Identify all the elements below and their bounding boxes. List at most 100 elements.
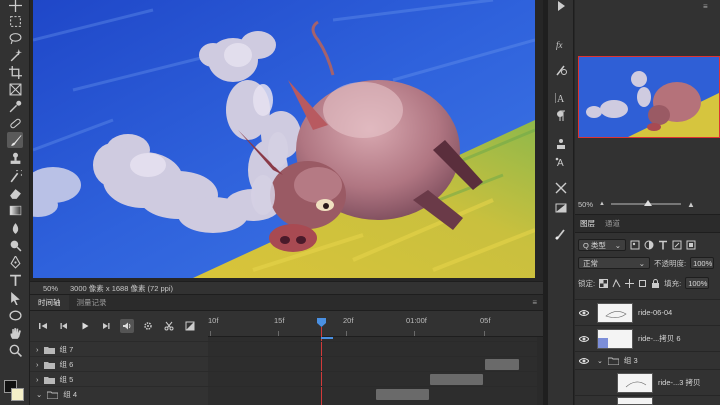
blur-icon[interactable] [7, 220, 23, 236]
tools-panel [0, 0, 30, 405]
filter-smart-object-icon[interactable] [686, 240, 696, 250]
layer-filter-select[interactable]: Q 类型 ⌄ [578, 239, 626, 251]
tab-channels[interactable]: 通道 [605, 218, 620, 229]
chevron-right-icon[interactable]: › [36, 360, 39, 369]
settings-gear-icon[interactable] [141, 319, 155, 333]
hand-icon[interactable] [7, 325, 23, 341]
timeline-layer-row[interactable]: ⌄ 组 4 [30, 386, 543, 401]
tab-measurement-log[interactable]: 测量记录 [69, 295, 115, 310]
lock-artboard-icon[interactable] [638, 279, 647, 288]
fill-input[interactable]: 100% [685, 277, 710, 289]
eyedropper-icon[interactable] [7, 98, 23, 114]
zoom-slider[interactable] [610, 200, 681, 206]
tab-timeline[interactable]: 时间轴 [30, 295, 69, 310]
layer-item[interactable]: ride-...拷贝 6 [575, 325, 720, 351]
brush-settings-icon[interactable] [553, 62, 569, 78]
navigator-zoom-value[interactable]: 50% [578, 200, 593, 209]
move-icon[interactable] [7, 0, 23, 13]
layer-item[interactable] [575, 395, 720, 405]
panel-menu-icon[interactable]: ≡ [532, 298, 543, 310]
timeline-layer-row[interactable]: › 组 5 [30, 371, 543, 386]
first-frame-icon[interactable] [36, 319, 50, 333]
lock-image-icon[interactable] [612, 278, 621, 288]
transition-icon[interactable] [183, 319, 197, 333]
lock-position-icon[interactable] [625, 278, 635, 288]
dodge-icon[interactable] [7, 237, 23, 253]
filter-adjustment-icon[interactable] [644, 240, 654, 250]
canvas-status-bar: 50% 3000 像素 x 1688 像素 (72 ppi) [30, 281, 543, 294]
filter-shape-icon[interactable] [672, 240, 682, 250]
type-icon[interactable] [7, 272, 23, 288]
tools-preset-icon[interactable] [553, 180, 569, 196]
layer-clip[interactable] [376, 389, 429, 400]
scissors-icon[interactable] [162, 319, 176, 333]
timeline-layer-name: 组 5 [59, 375, 74, 384]
filter-type-icon[interactable] [658, 240, 668, 250]
lasso-icon[interactable] [7, 30, 23, 46]
clone-source-icon[interactable] [553, 136, 569, 152]
blend-mode-select[interactable]: 正常 ⌄ [578, 257, 650, 269]
next-frame-icon[interactable] [99, 319, 113, 333]
navigator-thumbnail[interactable] [578, 56, 720, 138]
timeline-ruler[interactable]: 10f 15f 20f 01:00f 05f [208, 313, 543, 337]
ellipse-icon[interactable] [7, 307, 23, 323]
folder-open-icon [607, 357, 619, 365]
document-canvas[interactable] [30, 0, 543, 282]
layer-thumbnail [597, 328, 633, 349]
work-area-marker [321, 337, 333, 339]
opacity-label: 不透明度: [654, 258, 687, 268]
lock-all-icon[interactable] [651, 278, 660, 288]
glyphs-icon[interactable]: A [553, 154, 569, 170]
fx-icon[interactable]: fx [553, 36, 569, 52]
previous-frame-icon[interactable] [57, 319, 71, 333]
chevron-right-icon[interactable]: › [36, 375, 39, 384]
background-color-swatch[interactable] [11, 388, 24, 401]
pen-icon[interactable] [7, 254, 23, 270]
chevron-down-icon[interactable]: ⌄ [597, 357, 603, 365]
lock-transparent-icon[interactable] [599, 278, 609, 288]
path-select-icon[interactable] [7, 290, 23, 306]
lock-row: 锁定: 填充: 100% [578, 275, 720, 291]
zoom-out-icon[interactable]: ▲ [599, 201, 605, 207]
eye-icon[interactable] [575, 357, 593, 365]
character-icon[interactable]: A [553, 90, 569, 106]
panel-menu-icon[interactable]: ≡ [703, 2, 708, 11]
layer-group-item[interactable]: ⌄ 组 3 [575, 351, 720, 369]
eye-icon[interactable] [575, 309, 593, 317]
adjustments-icon[interactable] [553, 200, 569, 216]
tab-layers[interactable]: 图层 [580, 218, 595, 229]
brushes-icon[interactable] [553, 226, 569, 242]
timeline-layer-row[interactable]: › 组 6 [30, 356, 543, 371]
chevron-down-icon[interactable]: ⌄ [36, 390, 42, 399]
canvas-zoom-value[interactable]: 50% [43, 284, 58, 293]
zoom-slider-thumb[interactable] [643, 200, 652, 206]
brush-icon[interactable] [7, 132, 23, 148]
play-icon[interactable] [78, 319, 92, 333]
opacity-input[interactable]: 100% [690, 257, 715, 269]
history-brush-icon[interactable] [7, 168, 23, 184]
zoom-icon[interactable] [7, 342, 23, 358]
zoom-in-icon[interactable]: ▲ [687, 200, 695, 209]
eye-icon[interactable] [575, 335, 593, 343]
layer-clip[interactable] [430, 374, 483, 385]
layer-clip[interactable] [485, 359, 519, 370]
healing-icon[interactable] [7, 115, 23, 131]
crop-icon[interactable] [7, 64, 23, 80]
frame-icon[interactable] [7, 81, 23, 97]
stamp-icon[interactable] [7, 150, 23, 166]
fill-label: 填充: [664, 278, 682, 288]
playhead-handle-icon[interactable] [317, 318, 326, 327]
timeline-layer-row[interactable]: › 组 7 [30, 341, 543, 356]
artwork-image [33, 0, 535, 278]
gradient-icon[interactable] [7, 202, 23, 218]
layer-item[interactable]: ride-...3 拷贝 [575, 369, 720, 395]
layer-item[interactable]: ride-06-04 [575, 299, 720, 325]
marquee-icon[interactable] [7, 13, 23, 29]
audio-icon[interactable] [120, 319, 134, 333]
chevron-right-icon[interactable]: › [36, 345, 39, 354]
filter-pixel-icon[interactable] [630, 240, 640, 250]
magic-wand-icon[interactable] [7, 47, 23, 63]
eraser-icon[interactable] [7, 185, 23, 201]
expand-panel-icon[interactable] [549, 0, 575, 16]
paragraph-icon[interactable] [553, 108, 569, 124]
